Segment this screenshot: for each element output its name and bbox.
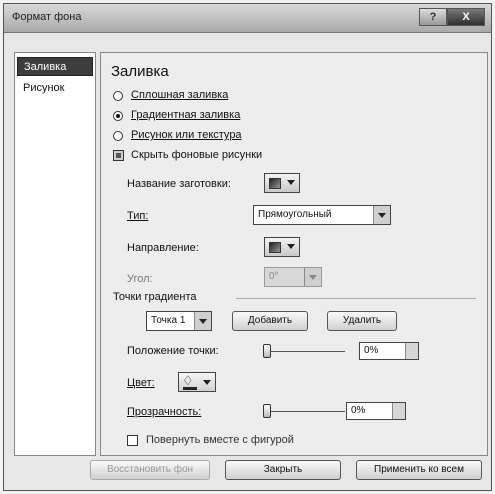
rotate-with-shape-label[interactable]: Повернуть вместе с фигурой [146,434,294,446]
gradient-swatch-icon [269,242,281,253]
gradient-stop-value: Точка 1 [151,315,186,326]
preset-label: Название заготовки: [127,178,231,190]
category-list: Заливка Рисунок [14,52,96,456]
type-value: Прямоугольный [258,209,332,220]
stop-position-thumb[interactable] [263,344,271,358]
paint-bucket-icon: ♢ [182,373,194,388]
chevron-down-icon [203,380,211,385]
apply-to-all-button[interactable]: Применить ко всем [356,460,482,480]
spin-down-icon[interactable] [405,351,418,359]
remove-stop-button[interactable]: Удалить [327,311,397,331]
picture-fill-label[interactable]: Рисунок или текстура [131,129,242,141]
direction-button[interactable] [264,237,300,257]
gradient-stop-select[interactable]: Точка 1 [146,311,212,331]
fill-settings-panel: Заливка Сплошная заливка Градиентная зал… [100,52,488,456]
gradient-fill-label[interactable]: Градиентная заливка [131,109,240,121]
direction-label: Направление: [127,242,199,254]
close-button[interactable]: Закрыть [225,460,341,480]
section-title: Заливка [111,63,169,80]
preset-gradient-button[interactable] [264,173,300,193]
close-window-button[interactable]: X [447,8,485,26]
transparency-input[interactable]: 0% [346,402,406,420]
category-picture[interactable]: Рисунок [17,79,93,98]
window-title: Формат фона [12,11,82,23]
gradient-fill-radio[interactable] [113,111,123,121]
angle-value: 0° [269,271,279,282]
chevron-down-icon [287,244,295,249]
transparency-value: 0% [351,405,366,416]
group-divider [236,298,476,299]
rotate-with-shape-checkbox[interactable] [127,435,138,446]
format-background-dialog: Формат фона ? X Заливка Рисунок Заливка … [3,3,492,491]
solid-fill-label[interactable]: Сплошная заливка [131,89,228,101]
type-select[interactable]: Прямоугольный [253,205,391,225]
chevron-down-icon[interactable] [373,206,390,224]
help-button[interactable]: ? [419,8,447,26]
type-label: Тип: [127,210,149,222]
gradient-swatch-icon [269,178,281,189]
chevron-down-icon [304,268,321,286]
title-bar[interactable]: Формат фона ? X [4,4,491,33]
transparency-track[interactable] [263,411,345,412]
chevron-down-icon [287,180,295,185]
color-label: Цвет: [127,377,155,389]
stop-position-track[interactable] [263,351,345,352]
reset-background-button[interactable]: Восстановить фон [90,460,210,480]
transparency-label: Прозрачность: [127,406,202,418]
gradient-stops-title: Точки градиента [113,291,197,303]
color-picker-button[interactable]: ♢ [178,372,216,392]
spin-down-icon[interactable] [392,411,405,419]
stop-position-label: Положение точки: [127,345,219,357]
hide-background-checkbox[interactable] [113,150,124,161]
angle-label: Угол: [127,273,153,285]
stop-position-input[interactable]: 0% [359,342,419,360]
hide-background-label[interactable]: Скрыть фоновые рисунки [131,149,262,161]
angle-spinner: 0° [264,267,322,287]
solid-fill-radio[interactable] [113,91,123,101]
add-stop-button[interactable]: Добавить [232,311,308,331]
chevron-down-icon[interactable] [194,312,211,330]
transparency-thumb[interactable] [263,404,271,418]
picture-fill-radio[interactable] [113,131,123,141]
category-fill[interactable]: Заливка [17,57,93,76]
stop-position-value: 0% [364,345,379,356]
color-bar [183,387,197,390]
